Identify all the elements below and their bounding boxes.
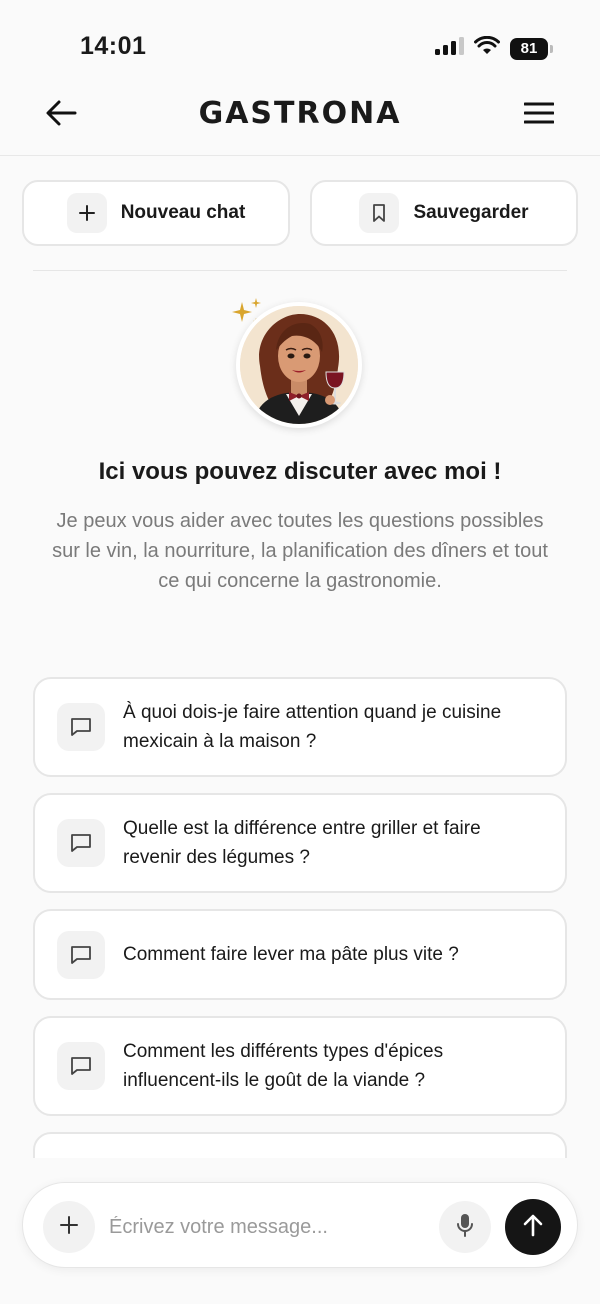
message-input[interactable] [109,1207,429,1247]
microphone-button[interactable] [439,1201,491,1253]
suggestion-text: Comment les différents types d'épices in… [123,1041,444,1091]
hamburger-icon [523,102,555,129]
arrow-up-icon [522,1213,544,1242]
assistant-avatar [236,302,362,428]
attach-button[interactable] [43,1201,95,1253]
intro-title: Ici vous pouvez discuter avec moi ! [98,458,502,485]
signal-icon [434,36,464,61]
new-chat-button[interactable]: Nouveau chat [22,180,290,246]
microphone-icon [456,1213,474,1242]
message-composer [22,1182,578,1268]
send-button[interactable] [505,1199,561,1255]
chat-bubble-icon [57,930,105,979]
suggestion-text: À quoi dois-je faire attention quand je … [123,702,502,752]
suggestion-list: À quoi dois-je faire attention quand je … [33,677,567,1158]
divider [33,270,567,271]
plus-icon [60,1215,78,1239]
wifi-icon [474,35,500,61]
bookmark-icon [359,193,400,233]
suggestion-item[interactable]: À quoi dois-je faire attention quand je … [33,677,567,777]
suggestion-item[interactable]: Comment les différents types d'épices in… [33,1016,567,1116]
suggestion-text: Comment faire lever ma pâte plus vite ? [123,944,459,965]
suggestion-text: Quelle est la différence entre griller e… [123,818,481,868]
new-chat-label: Nouveau chat [120,202,246,223]
assistant-avatar-wrap [230,296,370,436]
save-button[interactable]: Sauvegarder [310,180,578,246]
chat-bubble-icon [57,703,105,751]
intro-text: Je peux vous aider avec toutes les quest… [52,510,548,592]
action-row: Nouveau chat Sauvegarder [22,180,578,246]
status-icons: 81 [434,35,553,61]
suggestion-item[interactable]: Comment faire lever ma pâte plus vite ? [33,909,567,1000]
chat-bubble-icon [57,819,105,867]
brand-logo: GASTRONA [198,96,402,131]
suggestion-item[interactable] [33,1132,567,1158]
plus-icon [66,193,107,233]
menu-button[interactable] [518,94,560,136]
chat-bubble-icon [57,1042,105,1090]
battery-level: 81 [520,40,538,57]
save-label: Sauvegarder [413,202,529,223]
suggestion-item[interactable]: Quelle est la différence entre griller e… [33,793,567,893]
status-time: 14:01 [80,32,147,60]
app-header: GASTRONA [0,76,600,156]
battery-icon: 81 [510,37,553,60]
